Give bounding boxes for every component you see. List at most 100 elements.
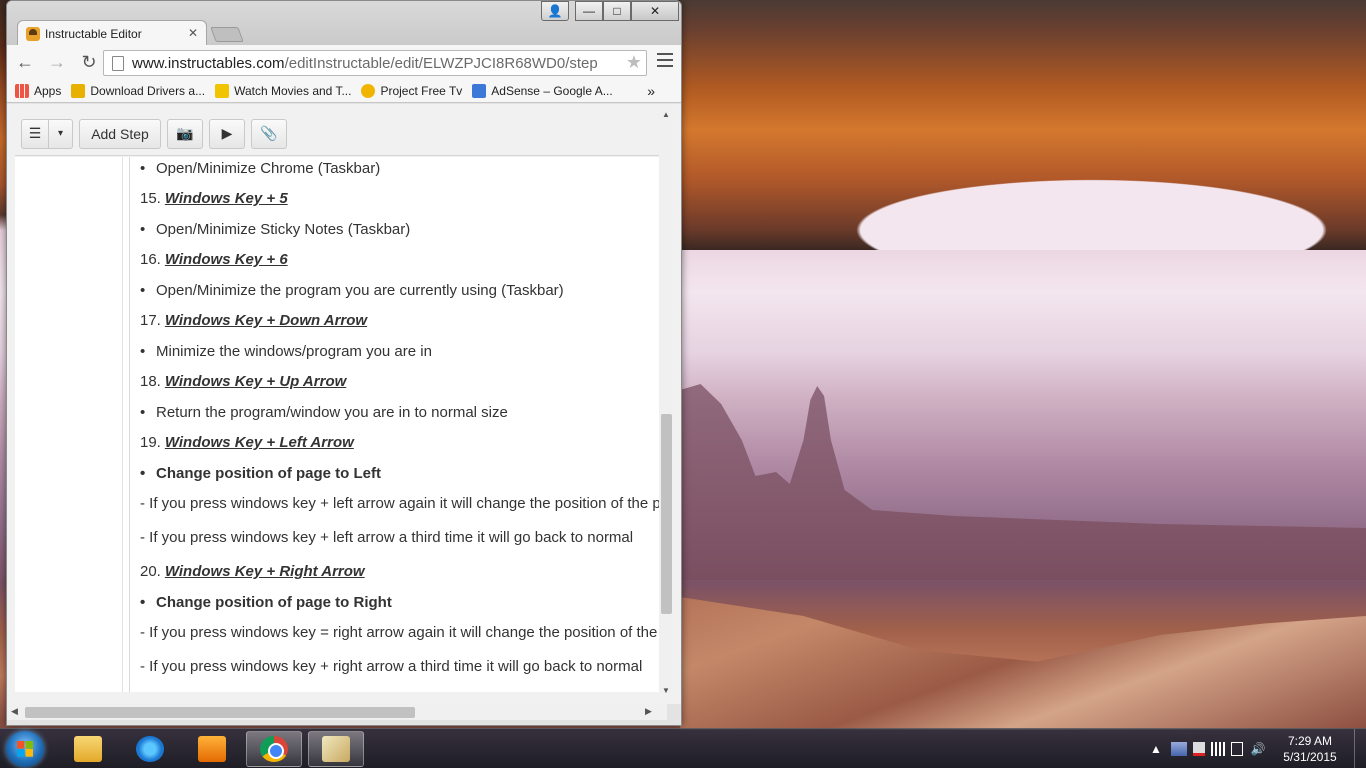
bookmark-label: Download Drivers a... <box>90 83 206 98</box>
editor-document[interactable]: Open/Minimize Chrome (Taskbar) 15.Window… <box>15 157 659 692</box>
address-bar[interactable]: www.instructables.com/editInstructable/e… <box>103 50 647 76</box>
editor-toolbar: ☰ ▾ Add Step 📷 ▶ 📎 <box>15 112 669 156</box>
taskbar: ▲ 🔊 7:29 AM 5/31/2015 <box>0 728 1366 768</box>
battery-icon[interactable] <box>1231 742 1243 756</box>
media-player-icon <box>198 736 226 762</box>
signal-icon[interactable] <box>1211 742 1225 756</box>
chrome-menu-icon[interactable] <box>657 53 673 67</box>
list-item: Open/Minimize the program you are curren… <box>140 282 564 299</box>
bookmark-adsense[interactable]: AdSense – Google A... <box>472 83 613 98</box>
tab-title: Instructable Editor <box>45 26 142 41</box>
note-line: - If you press windows key + left arrow … <box>140 529 634 546</box>
browser-tab[interactable]: Instructable Editor ✕ <box>17 20 207 46</box>
tab-close-icon[interactable]: ✕ <box>188 26 198 40</box>
bookmark-label: Project Free Tv <box>380 83 463 98</box>
bookmarks-overflow-button[interactable]: » <box>647 83 655 99</box>
page-icon <box>112 56 124 71</box>
note-line: - If you press windows key = right arrow… <box>140 624 659 641</box>
show-desktop-button[interactable] <box>1354 729 1366 768</box>
horizontal-scrollbar[interactable]: ◀ ▶ <box>7 704 667 720</box>
camera-icon[interactable]: 📷 <box>167 118 203 149</box>
horizontal-scroll-thumb[interactable] <box>25 707 415 718</box>
close-button[interactable]: ✕ <box>631 1 679 21</box>
taskbar-ie[interactable] <box>122 731 178 767</box>
title-bar: Instructable Editor ✕ 👤 — □ ✕ <box>7 1 681 46</box>
internet-explorer-icon <box>136 736 164 762</box>
video-icon[interactable]: ▶ <box>209 118 245 149</box>
attach-icon[interactable]: 📎 <box>251 118 287 149</box>
desktop-wallpaper-arch <box>680 0 1366 250</box>
tv-icon <box>361 83 376 98</box>
lightning-icon <box>215 83 230 98</box>
taskbar-media-player[interactable] <box>184 731 240 767</box>
shortcut-key: Windows Key + 6 <box>164 251 288 268</box>
scroll-down-icon[interactable]: ▼ <box>662 686 670 695</box>
list-item: Open/Minimize Chrome (Taskbar) <box>140 160 380 177</box>
numbered-item: 17. Windows Key + Down Arrow <box>140 312 368 329</box>
network-icon[interactable] <box>1171 742 1187 756</box>
bookmarks-bar: Apps Download Drivers a... Watch Movies … <box>7 79 681 103</box>
bookmark-label: Watch Movies and T... <box>234 83 352 98</box>
bookmark-star-icon[interactable]: ★ <box>626 52 642 73</box>
download-icon <box>71 83 86 98</box>
folder-icon <box>74 736 102 762</box>
show-hidden-icons-button[interactable]: ▲ <box>1147 742 1165 756</box>
browser-toolbar: ← → ↻ www.instructables.com/editInstruct… <box>7 45 681 79</box>
bookmark-label: AdSense – Google A... <box>491 83 613 98</box>
list-format-dropdown[interactable]: ▾ <box>49 118 73 149</box>
list-item: Open/Minimize Sticky Notes (Taskbar) <box>140 221 410 238</box>
scroll-left-icon[interactable]: ◀ <box>11 706 18 717</box>
action-center-icon[interactable] <box>1193 742 1205 756</box>
bookmark-apps[interactable]: Apps <box>15 83 62 98</box>
list-item: Change position of page to Left <box>140 465 381 482</box>
instructables-favicon-icon <box>26 26 40 41</box>
url-host: www.instructables.com <box>132 54 285 72</box>
system-tray: ▲ 🔊 7:29 AM 5/31/2015 <box>1144 729 1366 768</box>
editor-gutter <box>15 157 123 692</box>
list-item: Minimize the windows/program you are in <box>140 343 432 360</box>
volume-icon[interactable]: 🔊 <box>1249 742 1267 756</box>
back-button[interactable]: ← <box>11 48 39 76</box>
user-icon[interactable]: 👤 <box>541 1 569 21</box>
shortcut-key: Windows Key + Down Arrow <box>164 312 368 329</box>
scroll-up-icon[interactable]: ▲ <box>662 110 670 119</box>
new-tab-button[interactable] <box>210 27 244 42</box>
bookmark-watch-movies[interactable]: Watch Movies and T... <box>215 83 352 98</box>
clock[interactable]: 7:29 AM 5/31/2015 <box>1270 733 1350 765</box>
note-line: - If you press windows key + left arrow … <box>140 495 659 512</box>
page-content: ☰ ▾ Add Step 📷 ▶ 📎 Open/Minimize Chrome … <box>7 104 681 720</box>
taskbar-chrome[interactable] <box>246 731 302 767</box>
maximize-button[interactable]: □ <box>603 1 631 21</box>
add-step-button[interactable]: Add Step <box>79 118 161 149</box>
numbered-item: 18. Windows Key + Up Arrow <box>140 373 347 390</box>
editor-body[interactable]: Open/Minimize Chrome (Taskbar) 15.Window… <box>129 157 659 692</box>
url-path: /editInstructable/edit/ELWZPJCI8R68WD0/s… <box>284 54 598 72</box>
vertical-scrollbar[interactable]: ▲ ▼ <box>659 104 673 695</box>
window-controls: 👤 — □ ✕ <box>541 1 679 21</box>
minimize-button[interactable]: — <box>575 1 603 21</box>
taskbar-explorer[interactable] <box>60 731 116 767</box>
bookmark-label: Apps <box>34 83 62 98</box>
bookmark-download-drivers[interactable]: Download Drivers a... <box>71 83 206 98</box>
desktop-wallpaper-mesa <box>680 384 1366 580</box>
numbered-item: 20. Windows Key + Right Arrow <box>140 563 365 580</box>
list-item: Return the program/window you are in to … <box>140 404 508 421</box>
shortcut-key: Windows Key + Right Arrow <box>164 563 365 580</box>
start-button[interactable] <box>6 731 44 767</box>
apps-icon <box>15 83 29 98</box>
numbered-item: 19. Windows Key + Left Arrow <box>140 434 354 451</box>
clock-time: 7:29 AM <box>1287 734 1333 748</box>
chrome-window: Instructable Editor ✕ 👤 — □ ✕ ← → ↻ www.… <box>6 0 682 726</box>
vertical-scroll-thumb[interactable] <box>661 414 672 614</box>
list-format-button[interactable]: ☰ <box>21 118 49 149</box>
forward-button[interactable]: → <box>43 48 71 76</box>
bookmark-project-free-tv[interactable]: Project Free Tv <box>361 83 463 98</box>
reload-button[interactable]: ↻ <box>75 48 103 76</box>
chrome-icon <box>260 736 288 762</box>
shortcut-key: Windows Key + 5 <box>164 190 288 207</box>
scroll-right-icon[interactable]: ▶ <box>645 706 652 717</box>
shortcut-key: Windows Key + Left Arrow <box>164 434 354 451</box>
paint-icon <box>322 736 350 762</box>
note-line: - If you press windows key + right arrow… <box>140 658 643 675</box>
taskbar-paint[interactable] <box>308 731 364 767</box>
